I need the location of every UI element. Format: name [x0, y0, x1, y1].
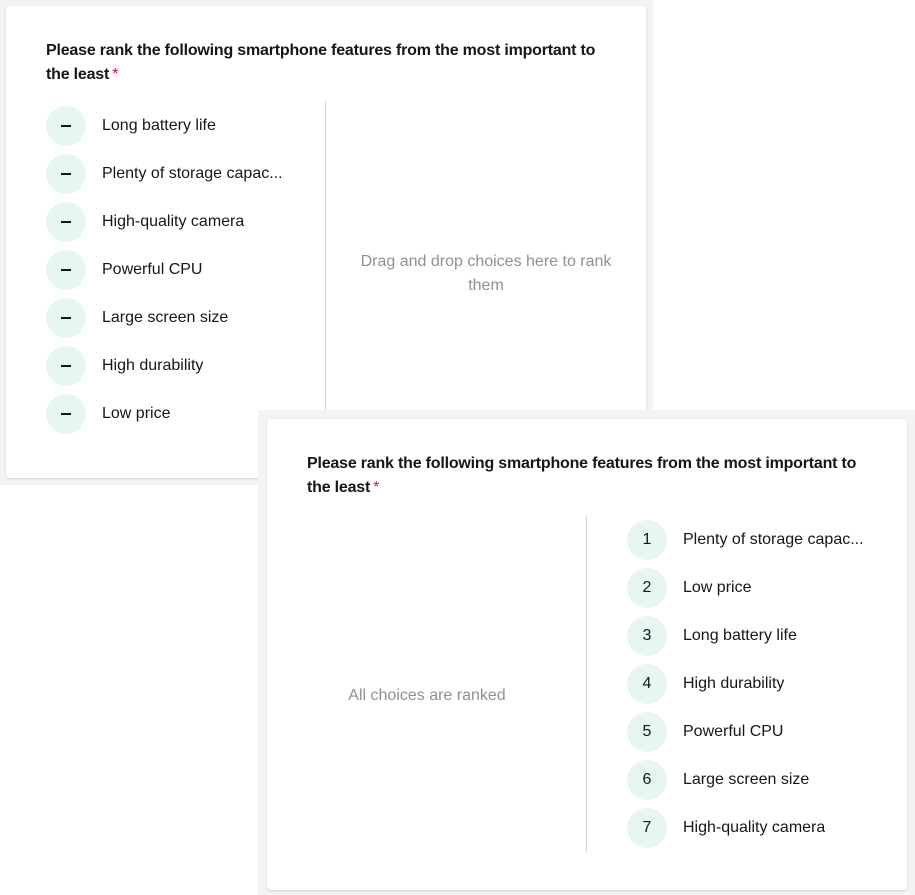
- choice-badge: [46, 106, 86, 146]
- choice-badge: [46, 250, 86, 290]
- ranked-item[interactable]: 3 Long battery life: [627, 616, 864, 656]
- dash-icon: [61, 125, 71, 127]
- unranked-choices-list: Long battery life Plenty of storage capa…: [46, 106, 283, 442]
- ranking-question-card: Please rank the following smartphone fea…: [267, 419, 907, 890]
- rank-badge: 7: [627, 808, 667, 848]
- choice-label: High durability: [683, 675, 785, 692]
- choice-label: High durability: [102, 357, 204, 374]
- required-indicator: *: [112, 66, 119, 83]
- choice-label: Powerful CPU: [683, 723, 784, 740]
- ranked-item[interactable]: 4 High durability: [627, 664, 864, 704]
- column-divider: [325, 101, 326, 431]
- choice-label: Long battery life: [683, 627, 797, 644]
- ranked-screenshot: Please rank the following smartphone fea…: [258, 410, 915, 895]
- ranked-item[interactable]: 2 Low price: [627, 568, 864, 608]
- question-title: Please rank the following smartphone fea…: [46, 39, 616, 87]
- choice-badge: [46, 394, 86, 434]
- ranking-question-card: Please rank the following smartphone fea…: [6, 6, 646, 478]
- choice-item[interactable]: High durability: [46, 346, 283, 386]
- dash-icon: [61, 365, 71, 367]
- rank-badge: 5: [627, 712, 667, 752]
- choice-badge: [46, 154, 86, 194]
- ranked-item[interactable]: 5 Powerful CPU: [627, 712, 864, 752]
- ranked-item[interactable]: 6 Large screen size: [627, 760, 864, 800]
- choice-badge: [46, 346, 86, 386]
- choice-label: Low price: [102, 405, 171, 422]
- choice-label: High-quality camera: [102, 213, 245, 230]
- rank-badge: 4: [627, 664, 667, 704]
- choice-label: Plenty of storage capac...: [683, 531, 864, 548]
- rank-badge: 3: [627, 616, 667, 656]
- rank-badge: 1: [627, 520, 667, 560]
- question-title: Please rank the following smartphone fea…: [307, 452, 877, 500]
- dash-icon: [61, 413, 71, 415]
- choice-item[interactable]: Powerful CPU: [46, 250, 283, 290]
- choice-item[interactable]: Large screen size: [46, 298, 283, 338]
- choice-item[interactable]: High-quality camera: [46, 202, 283, 242]
- dash-icon: [61, 221, 71, 223]
- drop-zone-hint[interactable]: Drag and drop choices here to rank them: [356, 250, 616, 298]
- dash-icon: [61, 269, 71, 271]
- question-text: Please rank the following smartphone fea…: [307, 455, 857, 496]
- ranked-item[interactable]: 1 Plenty of storage capac...: [627, 520, 864, 560]
- choice-label: Long battery life: [102, 117, 216, 134]
- ranked-choices-list: 1 Plenty of storage capac... 2 Low price…: [627, 520, 864, 856]
- required-indicator: *: [373, 479, 380, 496]
- choice-item[interactable]: Plenty of storage capac...: [46, 154, 283, 194]
- rank-badge: 6: [627, 760, 667, 800]
- choice-badge: [46, 298, 86, 338]
- dash-icon: [61, 173, 71, 175]
- choice-label: Large screen size: [102, 309, 229, 326]
- choice-badge: [46, 202, 86, 242]
- choice-label: Powerful CPU: [102, 261, 203, 278]
- rank-badge: 2: [627, 568, 667, 608]
- choice-label: High-quality camera: [683, 819, 826, 836]
- all-ranked-hint[interactable]: All choices are ranked: [307, 684, 547, 708]
- choice-label: Large screen size: [683, 771, 810, 788]
- dash-icon: [61, 317, 71, 319]
- column-divider: [586, 516, 587, 852]
- choice-label: Plenty of storage capac...: [102, 165, 283, 182]
- choice-label: Low price: [683, 579, 752, 596]
- choice-item[interactable]: Long battery life: [46, 106, 283, 146]
- ranked-item[interactable]: 7 High-quality camera: [627, 808, 864, 848]
- question-text: Please rank the following smartphone fea…: [46, 42, 596, 83]
- choice-item[interactable]: Low price: [46, 394, 283, 434]
